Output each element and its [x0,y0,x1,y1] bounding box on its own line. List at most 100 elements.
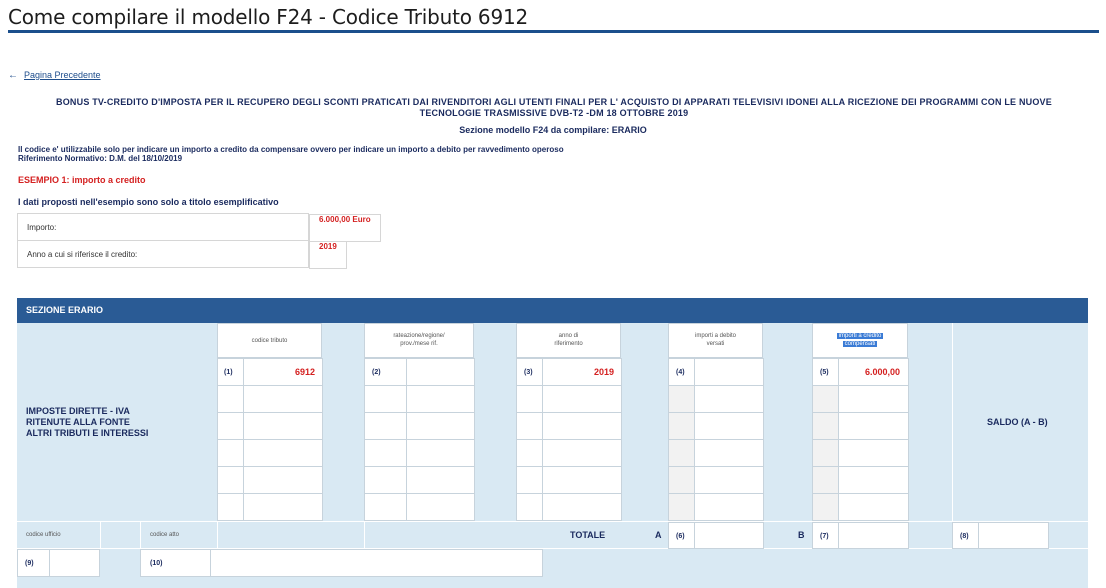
table-row: Importo: 6.000,00 Euro [17,213,606,242]
f24-num-cell [364,412,407,440]
f24-num-cell [516,439,543,467]
f24-value-cell [838,466,909,494]
anno-riferimento-value: 2019 [593,367,614,377]
field-number-7: (7) [820,533,829,540]
f24-value-cell [406,493,475,521]
totale-label: TOTALE [570,530,606,540]
f24-value-cell [542,466,622,494]
f24-value-cell [406,466,475,494]
separator [17,521,1088,522]
bonus-heading: BONUS TV-CREDITO D'IMPOSTA PER IL RECUPE… [14,97,1094,119]
note-line-1: Il codice e' utilizzabile solo per indic… [18,145,564,154]
f24-num-cell [516,466,543,494]
f24-value-cell [838,493,909,521]
f24-value-cell [694,439,764,467]
f24-num-cell [668,439,695,467]
field-number-2: (2) [372,369,381,376]
f24-value-cell [838,385,909,413]
importo-value: 6.000,00 Euro [309,213,381,242]
anno-value: 2019 [309,240,347,269]
field-number-8: (8) [960,533,969,540]
arrow-left-icon: ← [8,70,18,81]
codice-atto-field [210,549,543,577]
note-line-2: Riferimento Normativo: D.M. del 18/10/20… [18,154,183,163]
header-credito-line-1: importi a credito [836,333,884,339]
header-anno-line-2: riferimento [554,341,583,347]
header-rateazione-line-1: rateazione/regione/ [393,333,445,339]
f24-num-cell [668,466,695,494]
codice-atto-label: codice atto [150,532,180,538]
f24-num-cell [516,385,543,413]
f24-num-cell [812,466,839,494]
f24-num-cell [668,412,695,440]
header-debito-line-1: importi a debito [694,333,737,339]
saldo-label: SALDO (A - B) [987,417,1048,427]
heading-line-2: TECNOLOGIE TRASMISSIVE DVB-T2 -DM 18 OTT… [419,108,689,118]
totale-a-label: A [655,530,662,540]
f24-value-cell [542,439,622,467]
f24-value-cell [243,412,323,440]
f24-num-cell [668,385,695,413]
separator [140,522,141,548]
separator [364,522,365,548]
f24-value-cell [243,439,323,467]
f24-num-cell [217,412,244,440]
f24-value-cell [406,412,475,440]
f24-num-cell [364,439,407,467]
f24-num-cell [812,493,839,521]
f24-num-cell [812,385,839,413]
field-number-5: (5) [820,369,829,376]
totale-b-label: B [798,530,805,540]
field-number-10: (10) [150,560,163,567]
f24-value-cell [542,385,622,413]
heading-line-1: BONUS TV-CREDITO D'IMPOSTA PER IL RECUPE… [56,97,1052,107]
example-info-table: Importo: 6.000,00 Euro Anno a cui si rif… [17,213,606,269]
f24-num-cell [217,439,244,467]
f24-value-cell [694,358,764,386]
totale-b-field [838,522,909,549]
importo-label: Importo: [17,213,309,241]
header-rateazione-line-2: prov./mese rif. [400,341,438,347]
tributi-label-line-2: RITENUTE ALLA FONTE [26,417,130,427]
f24-num-cell [516,412,543,440]
table-row: Anno a cui si riferisce il credito: 2019 [17,240,606,269]
f24-num-cell [364,493,407,521]
f24-num-cell [217,493,244,521]
f24-num-cell [217,385,244,413]
f24-value-cell [542,493,622,521]
field-number-3: (3) [524,369,533,376]
f24-value-cell [243,466,323,494]
field-number-9: (9) [25,560,34,567]
f24-value-cell [694,412,764,440]
back-link[interactable]: ← Pagina Precedente [8,70,101,81]
f24-value-cell [694,466,764,494]
field-number-6: (6) [676,533,685,540]
importo-credito-value: 6.000,00 [864,367,900,377]
f24-value-cell [694,385,764,413]
example-title: ESEMPIO 1: importo a credito [18,175,146,185]
f24-value-cell [694,493,764,521]
f24-num-cell [364,385,407,413]
f24-num-cell [516,493,543,521]
tributi-label: IMPOSTE DIRETTE - IVA RITENUTE ALLA FONT… [26,406,148,439]
separator [100,522,101,548]
separator [952,323,953,521]
back-link-label: Pagina Precedente [24,70,101,80]
header-credito-line-2: compensati [842,341,878,347]
f24-num-cell [217,466,244,494]
header-anno-line-1: anno di [558,333,579,339]
page-title: Come compilare il modello F24 - Codice T… [8,5,529,29]
separator [217,522,218,548]
f24-num-cell [812,439,839,467]
codice-ufficio-field [49,549,100,577]
anno-label: Anno a cui si riferisce il credito: [17,240,309,268]
header-debito-line-2: versati [706,341,725,347]
field-number-1: (1) [224,369,233,376]
f24-value-cell [243,385,323,413]
f24-num-cell [812,412,839,440]
f24-num-cell [364,466,407,494]
f24-num-cell [668,493,695,521]
header-codice-tributo-text: codice tributo [251,338,288,344]
example-disclaimer: I dati proposti nell'esempio sono solo a… [18,197,279,207]
f24-value-cell [406,439,475,467]
